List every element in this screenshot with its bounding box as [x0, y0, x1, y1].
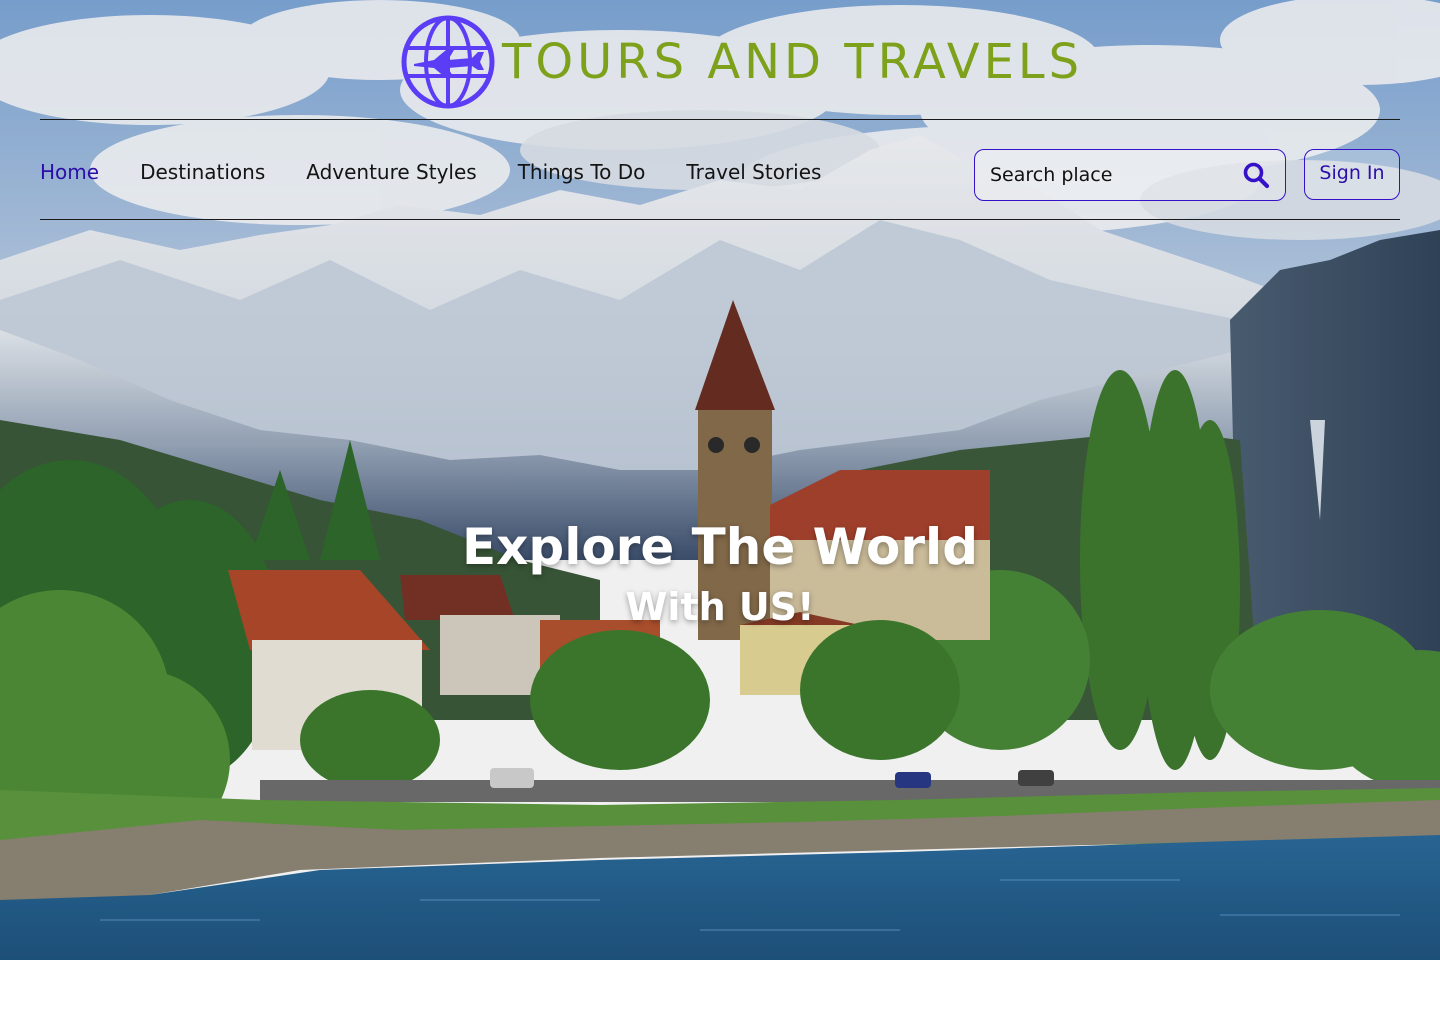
header-divider-top: [40, 119, 1400, 120]
hero-scenery-image: [0, 0, 1440, 960]
main-nav: Home Destinations Adventure Styles Thing…: [40, 160, 821, 184]
hero-subtitle: With US!: [625, 585, 815, 629]
header-divider-bottom: [40, 219, 1400, 220]
brand[interactable]: TOURS AND TRAVELS: [400, 14, 1083, 110]
nav-item-adventure-styles[interactable]: Adventure Styles: [306, 160, 476, 184]
nav-item-travel-stories[interactable]: Travel Stories: [686, 160, 821, 184]
hero-background: [0, 0, 1440, 960]
nav-item-destinations[interactable]: Destinations: [140, 160, 265, 184]
nav-item-things-to-do[interactable]: Things To Do: [518, 160, 646, 184]
search-box: [974, 149, 1286, 201]
globe-airplane-icon: [401, 15, 495, 109]
sign-in-button[interactable]: Sign In: [1304, 149, 1400, 200]
hero-title: Explore The World: [462, 518, 978, 576]
search-button[interactable]: [1239, 158, 1273, 192]
search-input[interactable]: [990, 164, 1239, 186]
search-icon: [1243, 162, 1270, 189]
brand-name: TOURS AND TRAVELS: [502, 34, 1084, 90]
nav-item-home[interactable]: Home: [40, 160, 99, 184]
